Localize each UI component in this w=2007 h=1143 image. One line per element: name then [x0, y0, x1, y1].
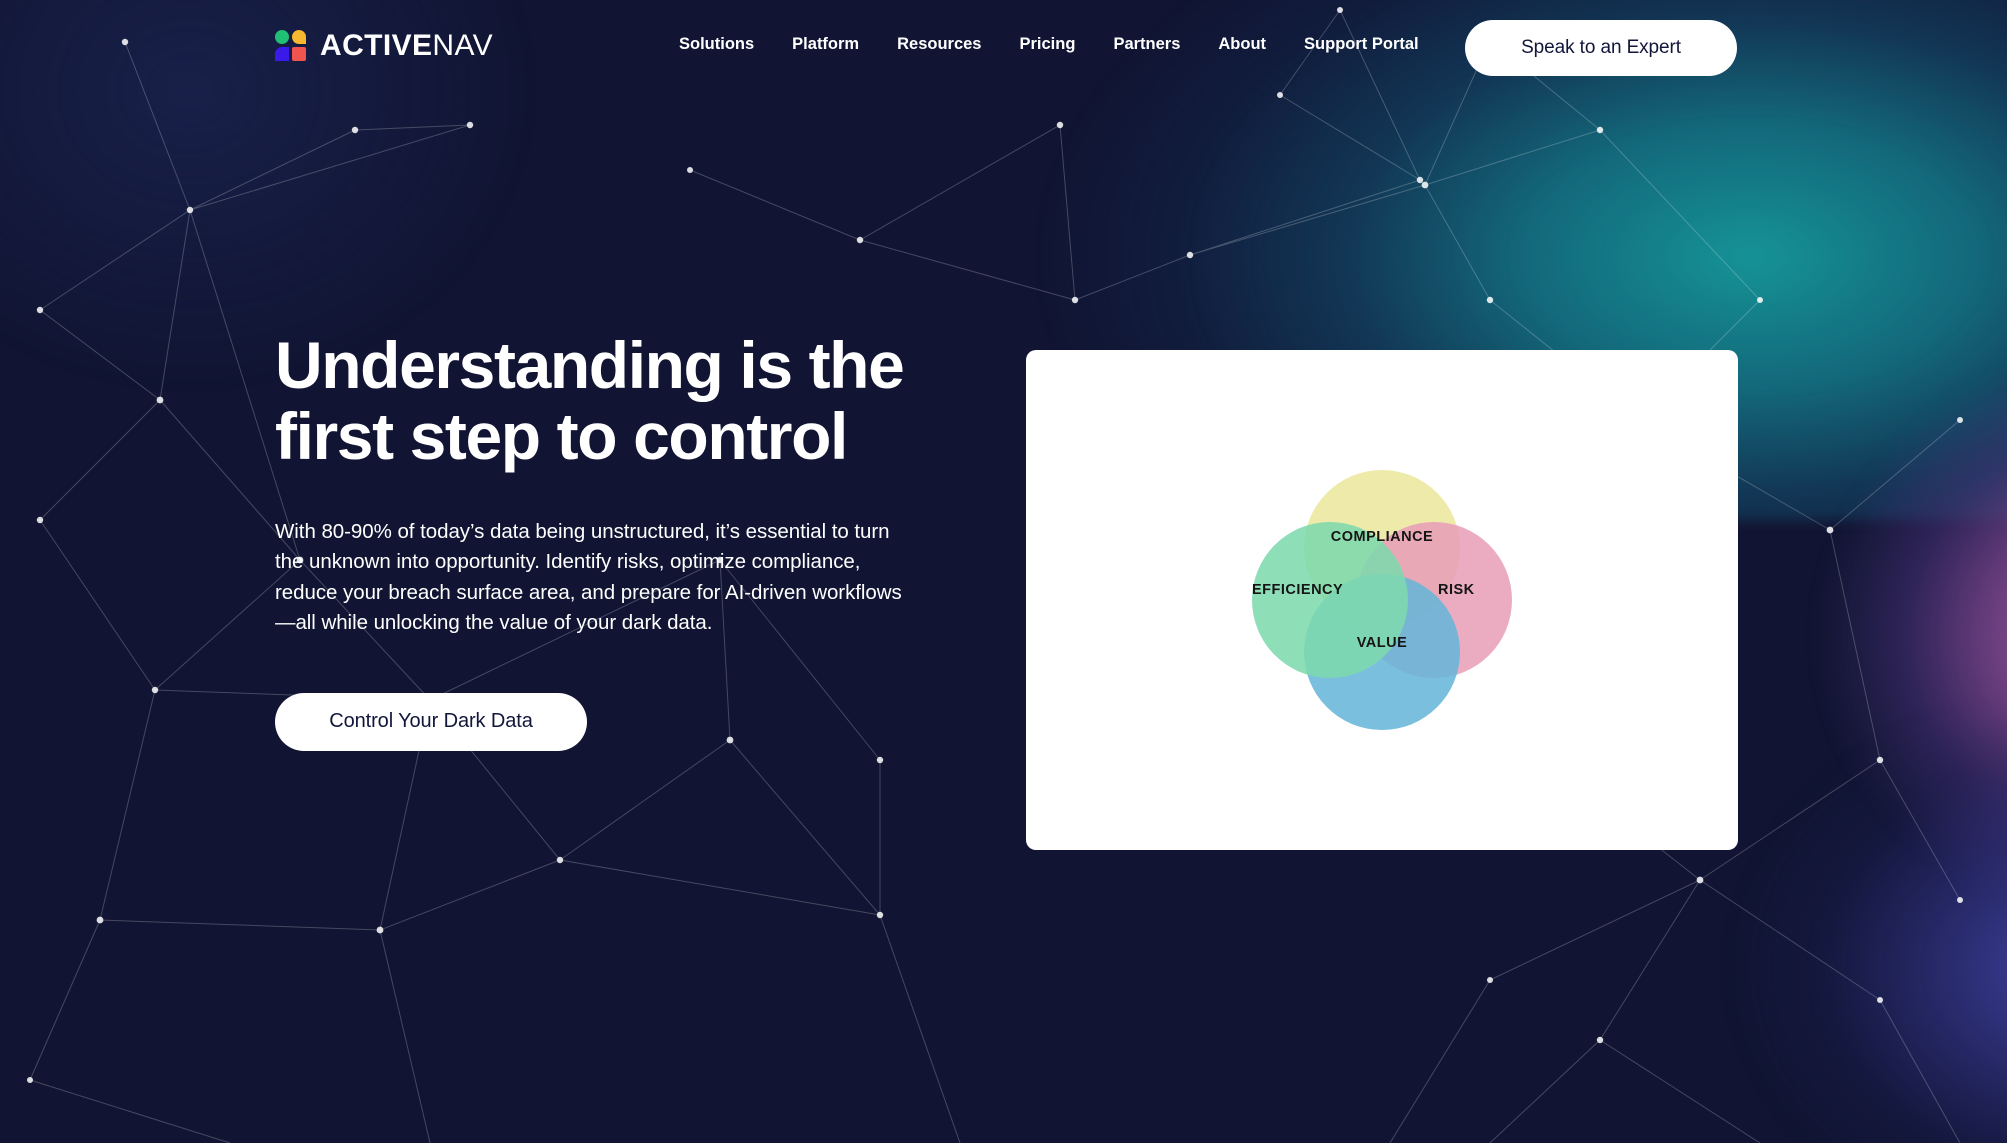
nav-item-partners[interactable]: Partners [1094, 35, 1199, 54]
nav-item-platform[interactable]: Platform [773, 35, 878, 54]
nav-item-pricing[interactable]: Pricing [1001, 35, 1095, 54]
venn-diagram-card: COMPLIANCE RISK VALUE EFFICIENCY [1026, 350, 1738, 850]
speak-to-an-expert-button[interactable]: Speak to an Expert [1465, 20, 1737, 76]
nav-item-solutions[interactable]: Solutions [660, 35, 773, 54]
venn-diagram: COMPLIANCE RISK VALUE EFFICIENCY [1232, 450, 1532, 750]
logo-blue-square-icon [275, 47, 289, 61]
nav-item-resources[interactable]: Resources [878, 35, 1000, 54]
brand-wordmark: ACTIVENAV [320, 28, 494, 62]
activenav-logo-icon [275, 30, 306, 61]
brand-logo[interactable]: ACTIVENAV [275, 30, 493, 61]
venn-circle-efficiency [1252, 522, 1408, 678]
main-navigation: Solutions Platform Resources Pricing Par… [660, 0, 1438, 88]
nav-item-about[interactable]: About [1199, 35, 1285, 54]
hero-content: Understanding is the first step to contr… [275, 328, 935, 751]
venn-circles-graphic [1252, 470, 1512, 730]
logo-green-circle-icon [275, 30, 289, 44]
brand-name-light: NAV [432, 28, 494, 62]
hero-description: With 80-90% of today’s data being unstru… [275, 519, 902, 635]
nav-item-support-portal[interactable]: Support Portal [1285, 35, 1438, 54]
site-header: ACTIVENAV Solutions Platform Resources P… [0, 0, 2007, 88]
brand-name-bold: ACTIVE [320, 28, 433, 62]
control-your-dark-data-button[interactable]: Control Your Dark Data [275, 692, 587, 751]
hero-page: ACTIVENAV Solutions Platform Resources P… [0, 0, 2007, 1143]
logo-yellow-circle-icon [292, 30, 306, 44]
hero-headline: Understanding is the first step to contr… [275, 328, 905, 474]
logo-red-square-icon [292, 47, 306, 61]
